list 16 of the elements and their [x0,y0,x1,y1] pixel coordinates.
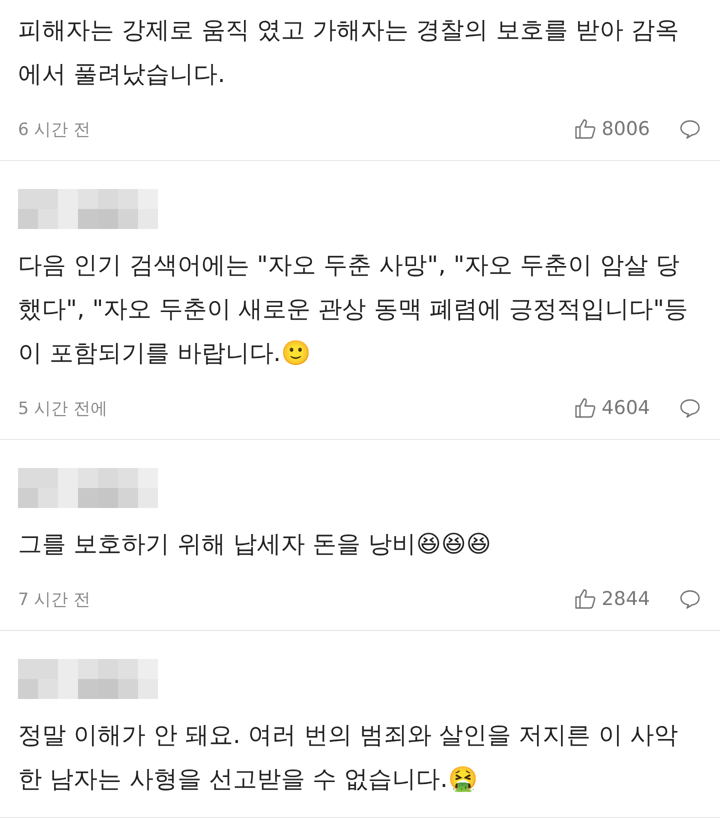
comment-text: 피해자는 강제로 움직 였고 가해자는 경찰의 보호를 받아 감옥에서 풀려났습니다. [18,16,680,88]
timestamp: 5 시간 전에 [18,398,109,420]
like-count: 8006 [602,118,650,140]
timestamp: 7 시간 전 [18,588,92,610]
like-button[interactable]: 4604 [574,396,650,420]
comment-text: 다음 인기 검색어에는 "자오 두춘 사망", "자오 두춘이 암살 당했다", "자오 두춘이 새로운 관상 동맥 폐렴에 긍정적입니다"등이 포함되기를 바랍니다.🙂 [18,251,688,367]
thumbs-up-icon [574,587,598,611]
comment-text: 정말 이해가 안 돼요. 여러 번의 범죄와 살인을 저지른 이 사악한 남자는 사형을 선고받을 수 없습니다.🤮 [18,721,678,793]
timestamp: 6 시간 전 [18,118,92,140]
thumbs-up-icon [574,117,598,141]
like-count: 4604 [602,397,650,419]
like-count: 2844 [602,588,650,610]
comment-text: 그를 보호하기 위해 납세자 돈을 낭비😆😆😆 [18,530,492,558]
like-button[interactable]: 8006 [574,117,650,141]
thumbs-up-icon [574,396,598,420]
like-button[interactable]: 2844 [574,587,650,611]
